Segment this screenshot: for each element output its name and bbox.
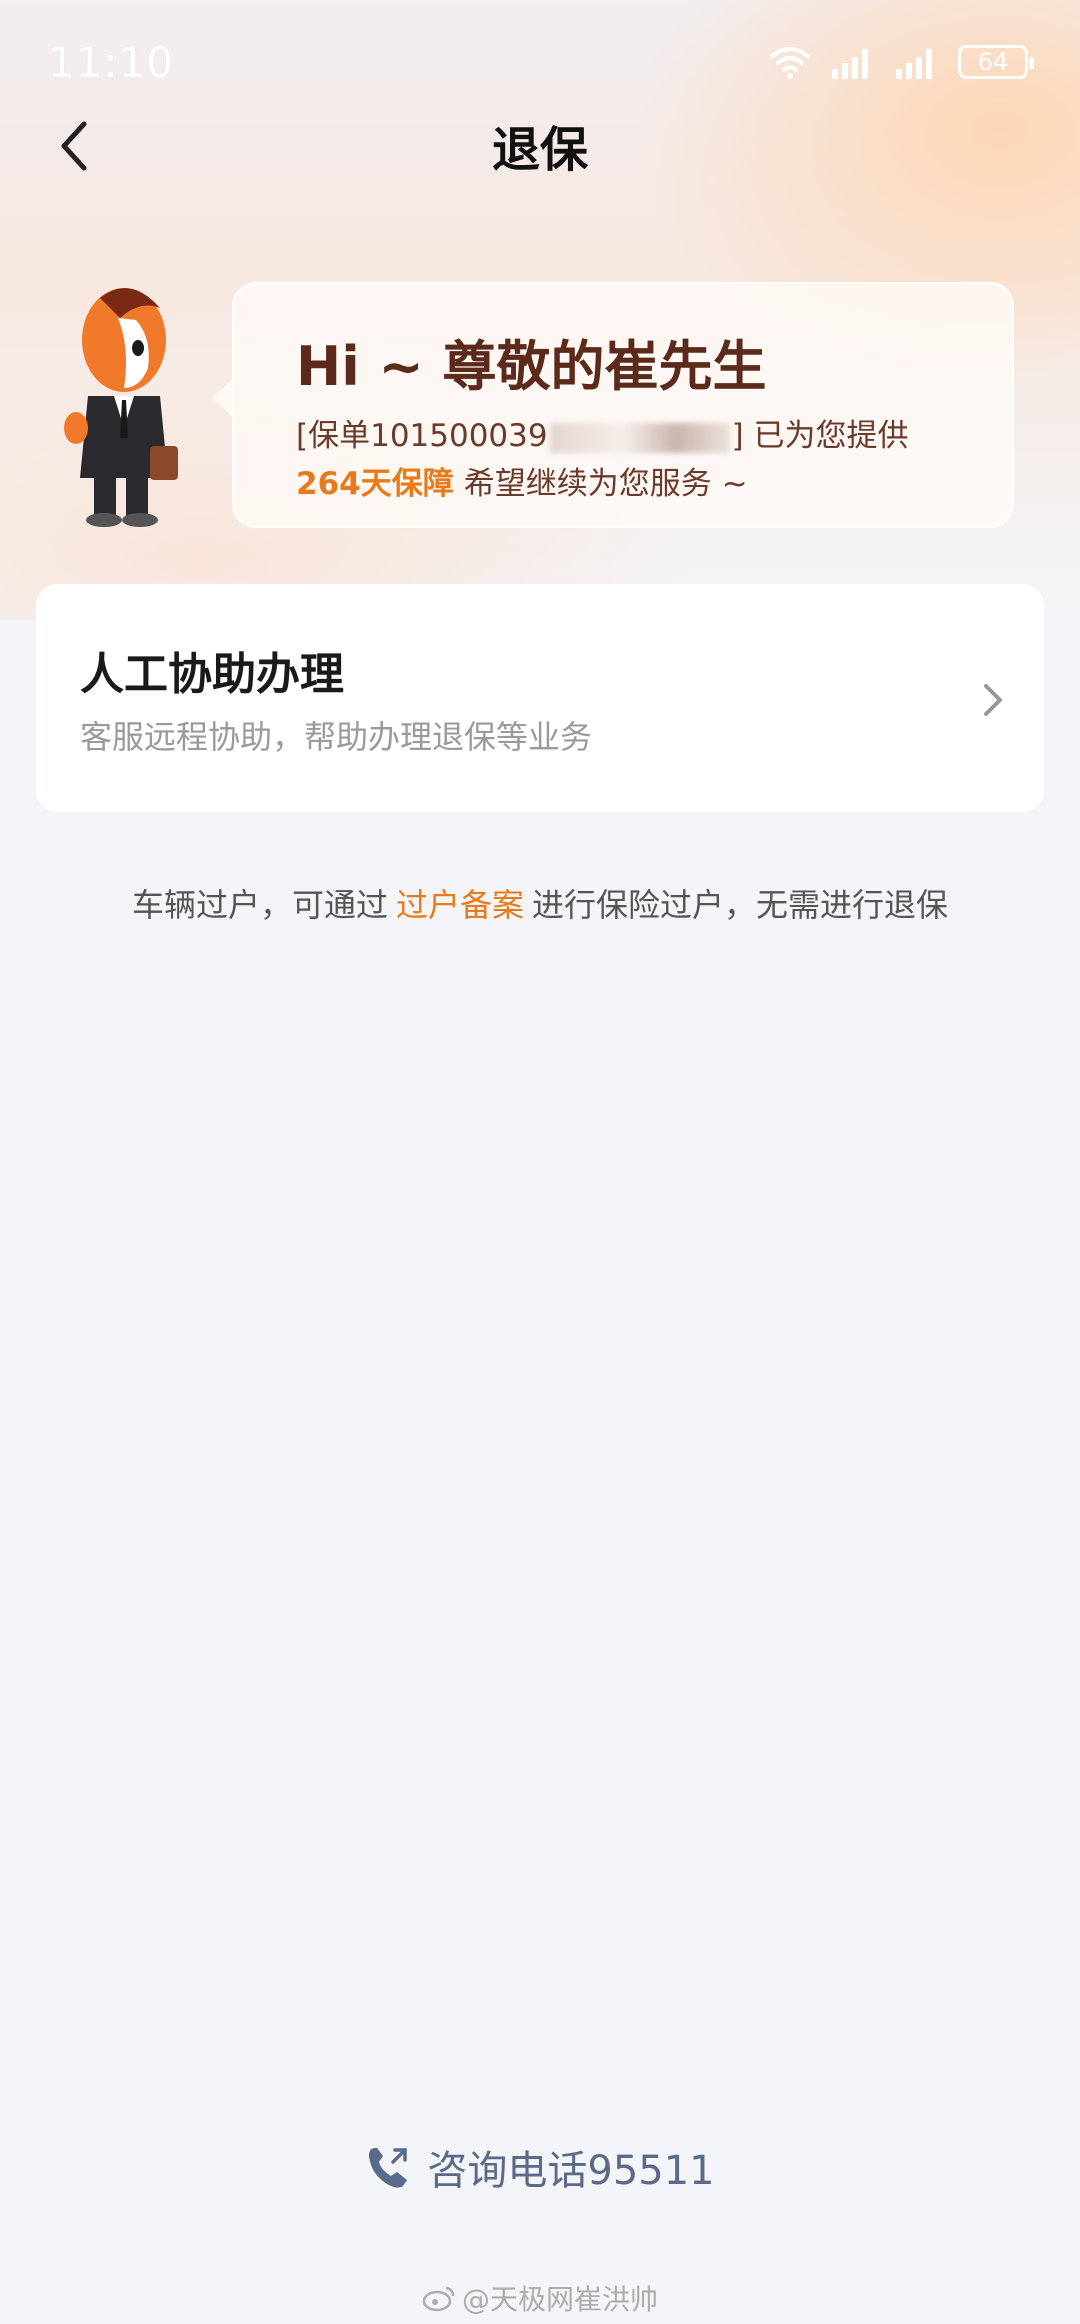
wifi-icon (770, 47, 810, 79)
assist-subtitle: 客服远程协助，帮助办理退保等业务 (80, 718, 593, 756)
manual-assist-card[interactable]: 人工协助办理 客服远程协助，帮助办理退保等业务 (36, 584, 1044, 812)
greeting-card: Hi ~ 尊敬的崔先生 [保单101500039 ] 已为您提供 264天保障 希望… (232, 282, 1014, 528)
horse-mascot-icon (64, 288, 178, 527)
chevron-right-icon (984, 684, 1002, 716)
greeting-text: Hi ~ 尊敬的崔先生 (296, 335, 767, 398)
watermark-text: @天极网崔洪帅 (461, 2283, 658, 2316)
watermark: @天极网崔洪帅 (0, 2278, 1080, 2318)
notice-prefix: 车辆过户，可通过 (131, 886, 388, 924)
assist-title: 人工协助办理 (80, 649, 344, 700)
service-text: 希望继续为您服务 ~ (463, 466, 748, 502)
redacted-policy-number (549, 422, 730, 453)
status-time: 11:10 (48, 38, 175, 87)
policy-number: [保单101500039 (296, 418, 548, 454)
signal-icon (896, 49, 932, 79)
status-icons: 64 (768, 42, 1034, 82)
nav-bar: 退保 (0, 100, 1080, 190)
consult-phone-label: 咨询电话95511 (427, 2148, 715, 2194)
transfer-notice: 车辆过户，可通过 过户备案 进行保险过户，无需进行退保 (0, 880, 1080, 926)
service-info: 264天保障 希望继续为您服务 ~ (296, 458, 748, 503)
battery-icon: 64 (958, 45, 1034, 79)
consult-phone-button[interactable]: 咨询电话95511 (0, 2138, 1080, 2196)
coverage-days: 264天保障 (296, 466, 454, 502)
policy-info: [保单101500039 ] 已为您提供 (296, 410, 909, 455)
notice-suffix: 进行保险过户，无需进行退保 (532, 886, 949, 924)
weibo-icon (422, 2286, 455, 2312)
transfer-filing-link[interactable]: 过户备案 (396, 886, 524, 924)
phone-icon (369, 2148, 408, 2188)
page-title: 退保 (491, 122, 588, 178)
policy-suffix: ] 已为您提供 (731, 418, 909, 454)
signal-icon (832, 49, 868, 79)
bubble-tail (212, 378, 234, 418)
